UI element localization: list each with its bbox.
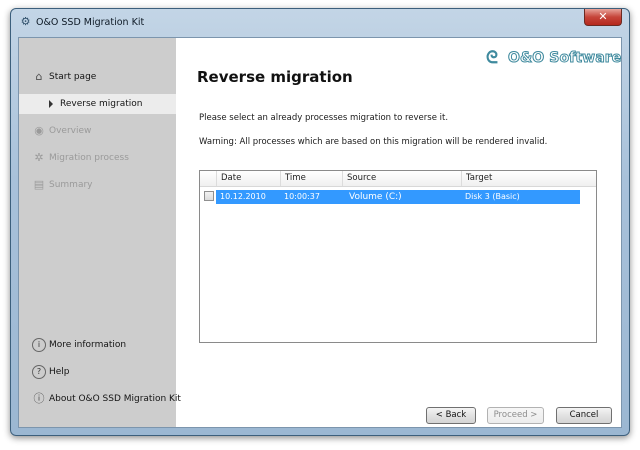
back-button[interactable]: < Back bbox=[426, 407, 476, 424]
document-icon: ▤ bbox=[33, 178, 45, 191]
sidebar-item-reverse-migration[interactable]: Reverse migration bbox=[19, 94, 176, 114]
about-icon: ⓘ bbox=[33, 392, 45, 405]
sidebar-item-more-information[interactable]: i More information bbox=[19, 335, 176, 355]
cell-date: 10.12.2010 bbox=[220, 192, 266, 201]
sidebar-item-summary: ▤ Summary bbox=[19, 175, 176, 195]
sidebar: ⌂ Start page Reverse migration ◉ Overvie… bbox=[19, 38, 181, 427]
sidebar-item-label: Migration process bbox=[49, 153, 129, 163]
row-checkbox[interactable] bbox=[204, 191, 214, 201]
sidebar-item-label: More information bbox=[49, 340, 127, 350]
cell-source: Volume (C:) bbox=[349, 192, 402, 202]
column-header-date[interactable]: Date bbox=[216, 171, 280, 186]
close-button[interactable]: ✕ bbox=[584, 9, 622, 26]
cell-time: 10:00:37 bbox=[284, 192, 320, 201]
question-icon: ? bbox=[32, 365, 46, 379]
page-title: Reverse migration bbox=[197, 68, 353, 86]
sidebar-item-start-page[interactable]: ⌂ Start page bbox=[19, 67, 176, 87]
sidebar-item-help[interactable]: ? Help bbox=[19, 362, 176, 382]
gear-icon: ✲ bbox=[34, 151, 44, 164]
migration-list[interactable]: Date Time Source Target 10.12.2010 10:00… bbox=[199, 170, 597, 343]
cancel-button[interactable]: Cancel bbox=[556, 407, 612, 424]
sidebar-item-label: Summary bbox=[49, 180, 93, 190]
application-window: ⚙ O&O SSD Migration Kit ✕ ⌂ Start page R… bbox=[10, 8, 630, 436]
sidebar-item-label: Overview bbox=[49, 126, 92, 136]
sidebar-item-overview: ◉ Overview bbox=[19, 121, 176, 141]
sidebar-item-label: Reverse migration bbox=[60, 99, 143, 109]
sidebar-item-label: Start page bbox=[49, 72, 97, 82]
table-row[interactable]: 10.12.2010 10:00:37 Volume (C:) Disk 3 (… bbox=[216, 190, 580, 204]
info-icon: i bbox=[32, 338, 46, 352]
logo-swirl-icon: ᘓ bbox=[486, 48, 498, 68]
column-header-source[interactable]: Source bbox=[342, 171, 461, 186]
gear-icon: ⚙ bbox=[20, 15, 31, 28]
window-title: O&O SSD Migration Kit bbox=[36, 17, 145, 28]
list-header: Date Time Source Target bbox=[200, 171, 596, 187]
client-area: ⌂ Start page Reverse migration ◉ Overvie… bbox=[18, 37, 622, 428]
brand-logo: ᘓ O&O Software bbox=[486, 48, 621, 68]
sidebar-item-migration-process: ✲ Migration process bbox=[19, 148, 176, 168]
logo-text: O&O Software bbox=[507, 50, 622, 67]
instruction-text: Please select an already processes migra… bbox=[199, 113, 449, 123]
sidebar-item-label: About O&O SSD Migration Kit bbox=[49, 394, 181, 404]
eye-icon: ◉ bbox=[34, 124, 44, 137]
cell-target: Disk 3 (Basic) bbox=[465, 192, 520, 201]
column-header-target[interactable]: Target bbox=[461, 171, 580, 186]
warning-text: Warning: All processes which are based o… bbox=[199, 137, 548, 147]
home-icon: ⌂ bbox=[35, 70, 43, 83]
sidebar-item-label: Help bbox=[49, 367, 70, 377]
sidebar-item-about[interactable]: ⓘ About O&O SSD Migration Kit bbox=[19, 389, 181, 409]
arrow-right-icon bbox=[49, 100, 53, 108]
column-header-time[interactable]: Time bbox=[280, 171, 342, 186]
title-bar[interactable]: ⚙ O&O SSD Migration Kit ✕ bbox=[11, 9, 629, 35]
proceed-button: Proceed > bbox=[487, 407, 544, 424]
